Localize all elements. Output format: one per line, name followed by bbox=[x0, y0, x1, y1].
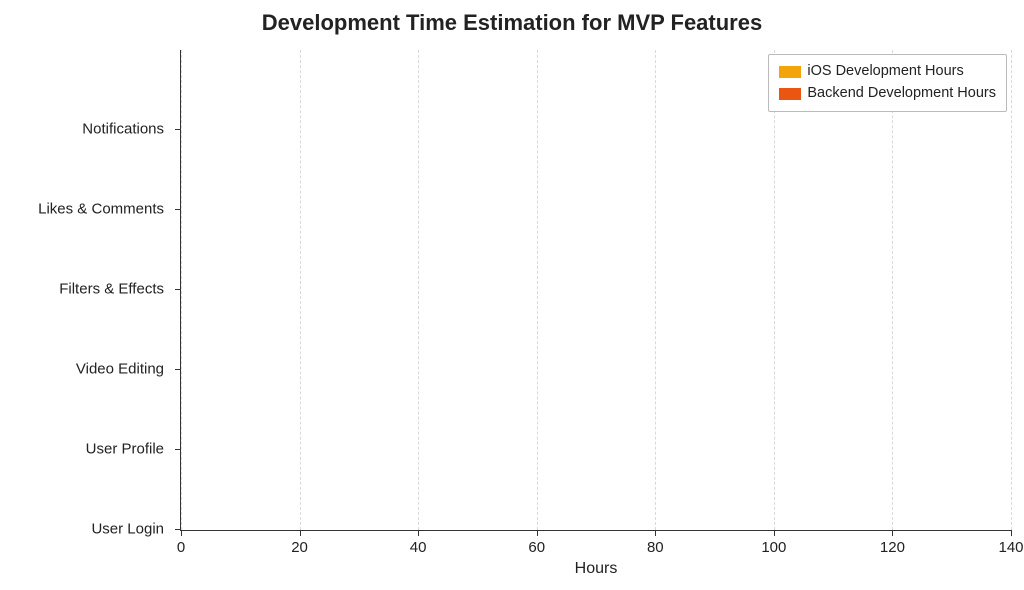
x-tick-label: 0 bbox=[177, 539, 185, 556]
x-tick-label: 140 bbox=[998, 539, 1023, 556]
x-tick-label: 80 bbox=[647, 539, 664, 556]
x-tick-label: 20 bbox=[291, 539, 308, 556]
legend-swatch-ios bbox=[779, 66, 801, 78]
y-tick-label: Video Editing bbox=[0, 361, 174, 378]
x-tick-label: 60 bbox=[528, 539, 545, 556]
legend-item: Backend Development Hours bbox=[779, 83, 996, 105]
legend-label: iOS Development Hours bbox=[807, 61, 963, 83]
legend-swatch-backend bbox=[779, 88, 801, 100]
y-tick-label: Likes & Comments bbox=[0, 201, 174, 218]
y-tick-label: Filters & Effects bbox=[0, 281, 174, 298]
x-tick-label: 40 bbox=[410, 539, 427, 556]
legend-label: Backend Development Hours bbox=[807, 83, 996, 105]
x-tick-label: 100 bbox=[761, 539, 786, 556]
y-tick-label: User Login bbox=[0, 521, 174, 538]
x-axis-label: Hours bbox=[575, 560, 618, 578]
chart-title: Development Time Estimation for MVP Feat… bbox=[0, 10, 1024, 36]
chart-container: Development Time Estimation for MVP Feat… bbox=[0, 0, 1024, 590]
plot-area: 0 20 40 60 80 100 120 140 Hours bbox=[180, 50, 1011, 531]
legend: iOS Development Hours Backend Developmen… bbox=[768, 54, 1007, 112]
y-tick-label: Notifications bbox=[0, 121, 174, 138]
x-tick-label: 120 bbox=[880, 539, 905, 556]
legend-item: iOS Development Hours bbox=[779, 61, 996, 83]
y-tick-label: User Profile bbox=[0, 441, 174, 458]
